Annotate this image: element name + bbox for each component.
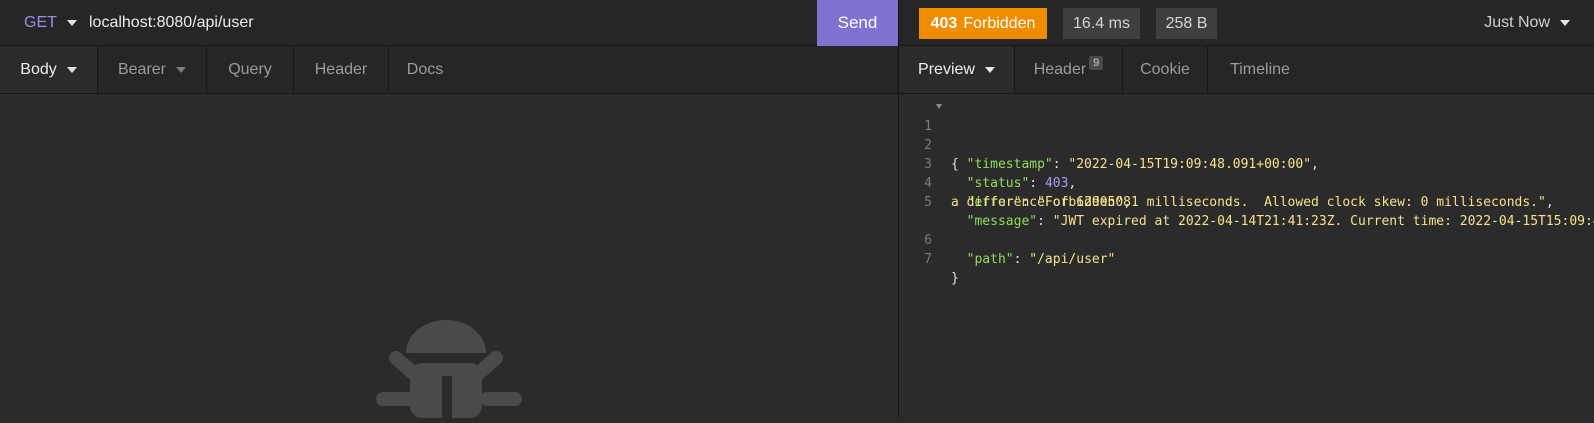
close-brace: }	[951, 271, 959, 286]
tab-auth-label: Bearer	[117, 60, 167, 78]
code-line: 3 "status": 403,	[899, 136, 1076, 191]
code-line: 1 {	[899, 98, 959, 172]
bug-icon	[376, 320, 522, 423]
chevron-down-icon	[66, 20, 77, 26]
request-pane: GET localhost:8080/api/user Send Body Be…	[0, 0, 898, 418]
response-pane: 403 Forbidden 16.4 ms 258 B Just Now Pre…	[899, 0, 1594, 418]
code-line: 6 "path": "/api/user"	[899, 212, 1115, 267]
json-key: "path"	[966, 252, 1014, 267]
chevron-down-icon	[176, 66, 187, 73]
code-line: 4 "error": "Forbidden",	[899, 155, 1131, 210]
url-input[interactable]: localhost:8080/api/user	[89, 0, 254, 46]
tab-cookie-label: Cookie	[1140, 60, 1190, 78]
json-value: 403	[1044, 176, 1069, 191]
json-key: "status"	[966, 176, 1030, 191]
tab-body[interactable]: Body	[0, 46, 97, 93]
tab-header-label: Header	[314, 60, 368, 78]
status-code: 403	[930, 14, 958, 32]
response-status-bar: 403 Forbidden 16.4 ms 258 B Just Now	[899, 0, 1594, 46]
response-size-badge: 258 B	[1156, 8, 1217, 39]
json-key: "timestamp"	[966, 157, 1053, 172]
tab-query-label: Query	[228, 60, 272, 78]
header-count-badge: 9	[1089, 55, 1104, 70]
tab-body-label: Body	[20, 60, 57, 78]
code-line: 7 }	[899, 231, 959, 286]
chevron-down-icon	[66, 66, 77, 73]
tab-response-header[interactable]: Header 9	[1015, 46, 1122, 93]
code-line: 5 "message": "JWT expired at 2022-04-14T…	[899, 174, 1594, 229]
json-value: "JWT expired at 2022-04-14T21:41:23Z. Cu…	[1052, 214, 1594, 229]
tab-preview[interactable]: Preview	[899, 46, 1014, 93]
json-value-wrapped: a difference of 62905081 milliseconds. A…	[951, 195, 1554, 210]
request-tabs: Body Bearer Query Header Docs	[0, 46, 898, 94]
line-number: 7	[924, 252, 932, 267]
chevron-down-icon	[984, 66, 995, 73]
method-label: GET	[24, 14, 57, 31]
json-value: "2022-04-15T19:09:48.091+00:00"	[1068, 157, 1312, 172]
fold-icon[interactable]	[936, 104, 942, 109]
line-number: 5	[924, 195, 932, 210]
history-label: Just Now	[1484, 14, 1550, 31]
history-dropdown[interactable]: Just Now	[1484, 0, 1570, 46]
tab-response-header-label: Header	[1033, 60, 1087, 78]
json-value: a difference of 62905081 milliseconds. A…	[951, 195, 1546, 210]
chevron-down-icon	[1560, 20, 1570, 26]
tab-query[interactable]: Query	[207, 46, 293, 93]
status-text: Forbidden	[963, 14, 1036, 32]
method-dropdown[interactable]: GET	[14, 0, 87, 46]
json-value: "/api/user"	[1029, 252, 1116, 267]
response-time-badge: 16.4 ms	[1063, 8, 1140, 39]
tab-timeline[interactable]: Timeline	[1208, 46, 1312, 93]
response-tabs: Preview Header 9 Cookie Timeline	[899, 46, 1594, 94]
json-key: "message"	[966, 214, 1038, 229]
tab-docs[interactable]: Docs	[389, 46, 461, 93]
tab-preview-label: Preview	[918, 60, 975, 78]
tab-auth[interactable]: Bearer	[98, 46, 206, 93]
tab-timeline-label: Timeline	[1230, 60, 1290, 78]
code-line: 2 "timestamp": "2022-04-15T19:09:48.091+…	[899, 117, 1319, 172]
tab-header[interactable]: Header	[294, 46, 388, 93]
tab-cookie[interactable]: Cookie	[1123, 46, 1207, 93]
tab-docs-label: Docs	[406, 60, 444, 78]
url-bar: GET localhost:8080/api/user Send	[0, 0, 898, 46]
status-badge: 403 Forbidden	[919, 8, 1047, 39]
send-button[interactable]: Send	[817, 0, 898, 46]
